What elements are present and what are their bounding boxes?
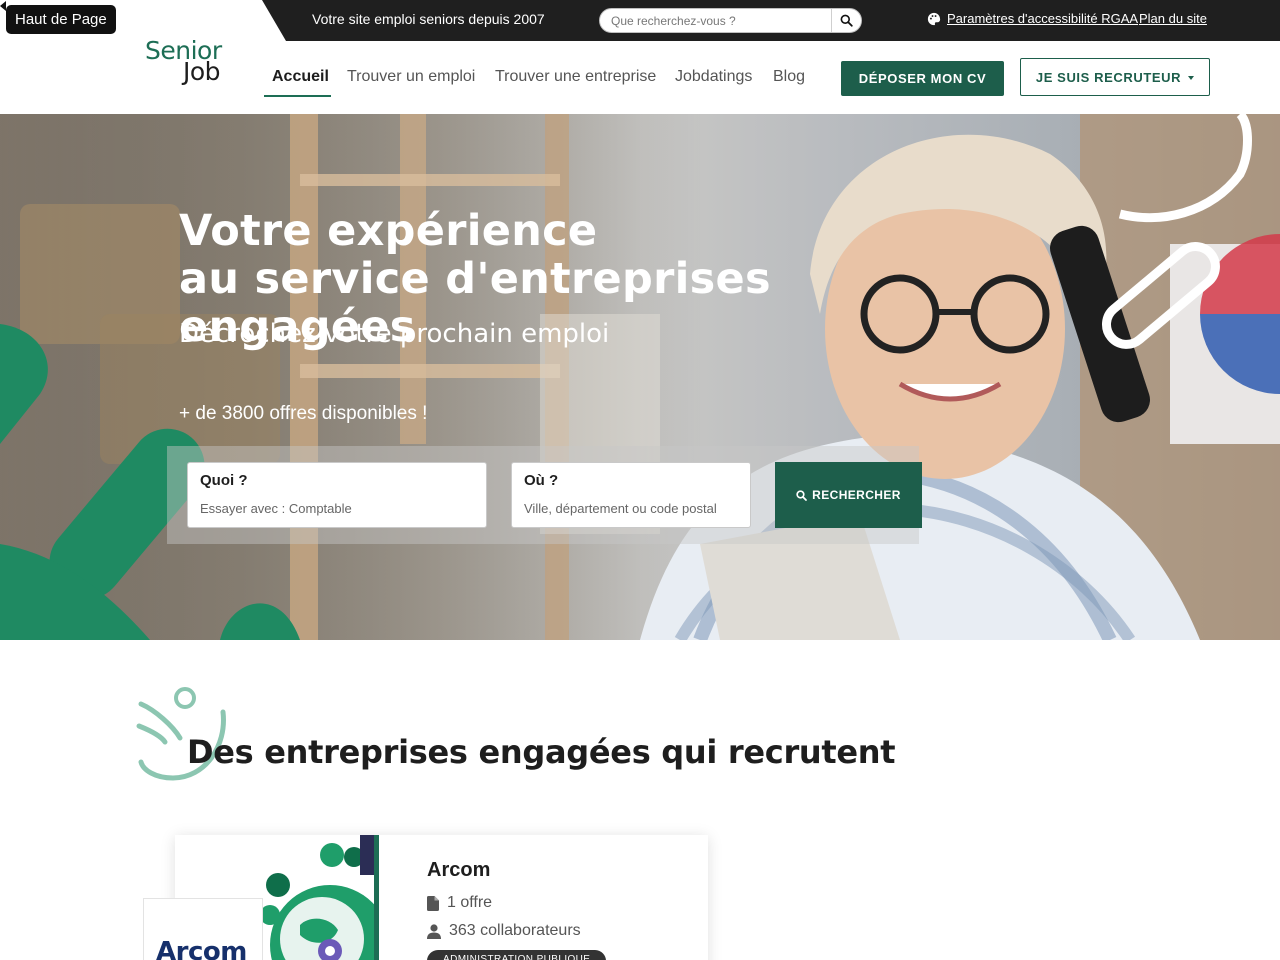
company-name[interactable]: Arcom (427, 859, 490, 882)
palette-icon (927, 12, 941, 26)
offers-count: + de 3800 offres disponibles ! (179, 403, 428, 424)
company-logo: Arcom (143, 898, 263, 960)
nav-item-trouver-un-emploi[interactable]: Trouver un emploi (347, 68, 475, 86)
nav-item-jobdatings[interactable]: Jobdatings (675, 68, 752, 86)
nav-item-accueil[interactable]: Accueil (272, 68, 329, 86)
search-icon (796, 489, 808, 501)
search-icon (840, 14, 853, 27)
where-field[interactable]: Où ? (511, 462, 751, 528)
document-icon (427, 895, 439, 911)
hero-subtitle: Décrochez votre prochain emploi (179, 319, 610, 349)
main-nav: Senior Job Accueil Trouver un emploi Tro… (0, 36, 1280, 114)
company-logo-text: Arcom (156, 937, 247, 960)
chevron-down-icon (1188, 75, 1195, 80)
site-search-button[interactable] (831, 9, 861, 32)
company-offers-label: 1 offre (447, 894, 493, 911)
search-button-label: RECHERCHER (812, 488, 901, 502)
sitemap-link[interactable]: Plan du site (1139, 11, 1207, 26)
hero-photo (0, 114, 1280, 640)
nav-item-blog[interactable]: Blog (773, 68, 805, 86)
company-card-illustration (260, 835, 376, 960)
site-search (599, 8, 862, 33)
where-label: Où ? (524, 472, 559, 489)
back-to-top-caret (0, 1, 6, 11)
accessibility-settings-link[interactable]: Paramètres d'accessibilité RGAA (947, 11, 1138, 26)
back-to-top-link[interactable]: Haut de Page (6, 5, 116, 34)
company-card-accent-bar (374, 835, 379, 960)
companies-section-title: Des entreprises engagées qui recrutent (187, 733, 896, 771)
hero-banner: Votre expérience au service d'entreprise… (0, 114, 1280, 640)
deposit-cv-label: DÉPOSER MON CV (858, 71, 987, 86)
deposit-cv-button[interactable]: DÉPOSER MON CV (841, 61, 1004, 96)
recruiter-label: JE SUIS RECRUTEUR (1035, 69, 1182, 85)
what-input[interactable] (200, 499, 450, 517)
logo-line2: Job (183, 57, 221, 86)
site-search-input[interactable] (611, 12, 826, 30)
company-employees: 363 collaborateurs (427, 922, 581, 940)
what-label: Quoi ? (200, 472, 248, 489)
company-offers: 1 offre (427, 894, 492, 912)
page: Haut de Page Votre site emploi seniors d… (0, 0, 1280, 960)
nav-active-indicator (264, 95, 331, 97)
where-input[interactable] (524, 499, 739, 517)
company-employees-label: 363 collaborateurs (449, 922, 581, 939)
company-sector-badge: ADMINISTRATION PUBLIQUE (427, 950, 607, 960)
top-bar: Votre site emploi seniors depuis 2007 Pa… (0, 0, 1280, 41)
user-icon (427, 923, 441, 939)
recruiter-dropdown-button[interactable]: JE SUIS RECRUTEUR (1020, 58, 1210, 96)
nav-item-trouver-une-entreprise[interactable]: Trouver une entreprise (495, 68, 656, 86)
search-button[interactable]: RECHERCHER (775, 462, 922, 528)
hero-title-line1: Votre expérience (179, 206, 598, 256)
senior-job-logo[interactable]: Senior Job (145, 36, 235, 88)
what-field[interactable]: Quoi ? (187, 462, 487, 528)
site-tagline: Votre site emploi seniors depuis 2007 (312, 11, 545, 27)
